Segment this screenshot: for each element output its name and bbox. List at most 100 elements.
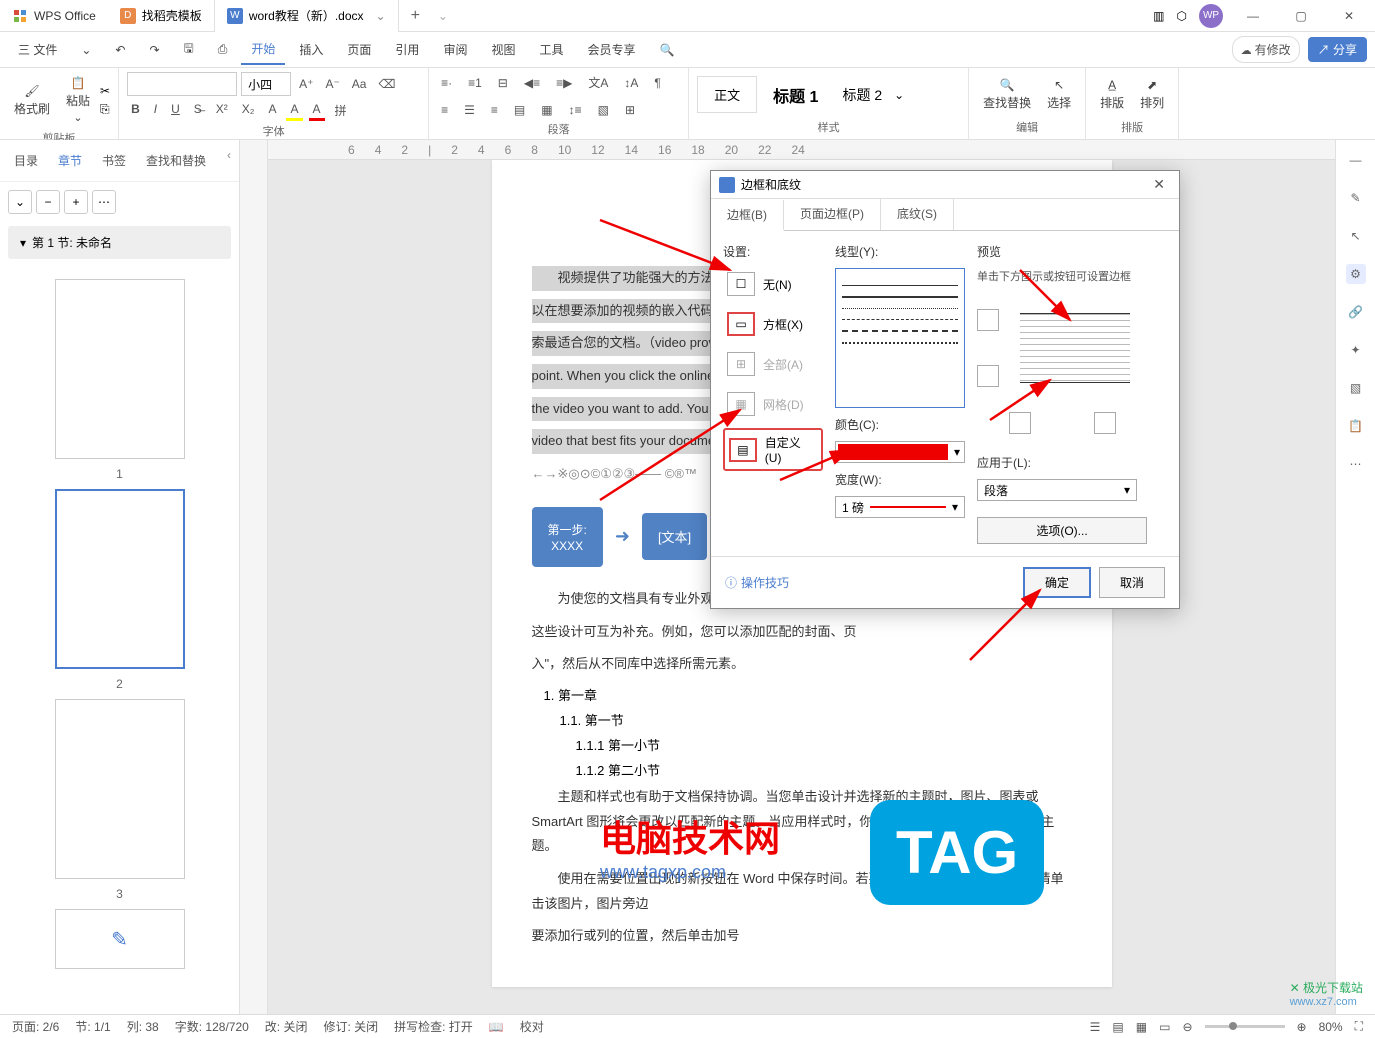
shading-icon[interactable]: ▧ bbox=[594, 101, 613, 119]
decrease-indent-icon[interactable]: ◀≡ bbox=[520, 74, 544, 92]
cut-icon[interactable]: ✂ bbox=[100, 84, 110, 98]
panel-icon[interactable]: ▥ bbox=[1153, 9, 1164, 23]
print-icon[interactable]: ⎙ bbox=[208, 36, 238, 63]
options-button[interactable]: 选项(O)... bbox=[977, 517, 1147, 544]
cancel-button[interactable]: 取消 bbox=[1099, 567, 1165, 598]
align-right-icon[interactable]: ≡ bbox=[487, 101, 502, 119]
minus-button[interactable]: − bbox=[36, 190, 60, 214]
preview-left-button[interactable] bbox=[1009, 412, 1031, 434]
preview-bottom-button[interactable] bbox=[977, 365, 999, 387]
sb-tab-toc[interactable]: 目录 bbox=[8, 148, 44, 173]
align-left-icon[interactable]: ≡ bbox=[437, 101, 452, 119]
save-icon[interactable]: 🖫 bbox=[174, 33, 204, 66]
changes-indicator[interactable]: ☁ 有修改 bbox=[1232, 36, 1300, 63]
copy-icon[interactable]: ⎘ bbox=[100, 102, 110, 117]
plus-button[interactable]: + bbox=[64, 190, 88, 214]
text-effects-button[interactable]: A bbox=[264, 100, 280, 121]
tab-menu-icon[interactable]: ⌄ bbox=[438, 9, 448, 23]
menu-start[interactable]: 开始 bbox=[241, 34, 285, 65]
superscript-button[interactable]: X² bbox=[212, 100, 232, 121]
font-family-select[interactable] bbox=[127, 72, 237, 96]
change-case-icon[interactable]: Aa bbox=[348, 75, 371, 93]
status-book-icon[interactable]: 📖 bbox=[489, 1020, 504, 1034]
layers-icon[interactable]: ▧ bbox=[1346, 378, 1366, 398]
distribute-icon[interactable]: ▦ bbox=[537, 101, 556, 119]
fullscreen-icon[interactable]: ⛶ bbox=[1355, 1019, 1363, 1034]
line-spacing-icon[interactable]: ↕≡ bbox=[565, 101, 586, 119]
setting-box[interactable]: ▭方框(X) bbox=[723, 308, 823, 340]
setting-none[interactable]: ☐无(N) bbox=[723, 268, 823, 300]
minimize-button[interactable]: — bbox=[1235, 2, 1271, 30]
status-track[interactable]: 修订: 关闭 bbox=[323, 1018, 378, 1035]
style-h2[interactable]: 标题 2 bbox=[834, 77, 890, 113]
highlight-button[interactable]: A bbox=[286, 100, 302, 121]
status-column[interactable]: 列: 38 bbox=[127, 1018, 159, 1035]
zoom-in-button[interactable]: ⊕ bbox=[1297, 1020, 1307, 1034]
zoom-out-button[interactable]: ⊖ bbox=[1182, 1020, 1192, 1034]
style-h1[interactable]: 标题 1 bbox=[761, 75, 830, 115]
page-thumb-4[interactable]: ✎ bbox=[55, 909, 185, 969]
dialog-titlebar[interactable]: 边框和底纹 ✕ bbox=[711, 171, 1179, 199]
menu-tools[interactable]: 工具 bbox=[529, 35, 573, 64]
strikethrough-button[interactable]: S̶ bbox=[190, 100, 206, 121]
sb-tab-find[interactable]: 查找和替换 bbox=[140, 148, 212, 173]
borders-icon[interactable]: ⊞ bbox=[621, 101, 639, 119]
link-icon[interactable]: 🔗 bbox=[1346, 302, 1366, 322]
clipboard-icon[interactable]: 📋 bbox=[1346, 416, 1366, 436]
status-section[interactable]: 节: 1/1 bbox=[75, 1018, 110, 1035]
tab-template[interactable]: D 找稻壳模板 bbox=[108, 0, 215, 32]
setting-custom[interactable]: ▤自定义(U) bbox=[723, 428, 823, 471]
status-spell[interactable]: 拼写检查: 打开 bbox=[394, 1018, 473, 1035]
justify-icon[interactable]: ▤ bbox=[510, 101, 529, 119]
tab-document[interactable]: W word教程（新）.docx ⌄ bbox=[215, 0, 399, 32]
more-icon[interactable]: ⋯ bbox=[1346, 454, 1366, 474]
color-dropdown[interactable]: ▾ bbox=[835, 441, 965, 463]
status-words[interactable]: 字数: 128/720 bbox=[175, 1018, 249, 1035]
status-revise[interactable]: 改: 关闭 bbox=[265, 1018, 308, 1035]
menu-page[interactable]: 页面 bbox=[337, 35, 381, 64]
status-page[interactable]: 页面: 2/6 bbox=[12, 1018, 59, 1035]
tab-shading[interactable]: 底纹(S) bbox=[881, 199, 954, 230]
decrease-font-icon[interactable]: A⁻ bbox=[321, 75, 343, 93]
tools-icon[interactable]: ✦ bbox=[1346, 340, 1366, 360]
clear-format-icon[interactable]: ⌫ bbox=[374, 75, 399, 93]
setting-all[interactable]: ⊞全部(A) bbox=[723, 348, 823, 380]
sidebar-collapse-icon[interactable]: ‹ bbox=[227, 148, 231, 173]
bold-button[interactable]: B bbox=[127, 100, 144, 121]
increase-indent-icon[interactable]: ≡▶ bbox=[552, 74, 576, 92]
subscript-button[interactable]: X₂ bbox=[238, 100, 259, 121]
number-list-icon[interactable]: ≡1 bbox=[464, 74, 486, 92]
view-icon-2[interactable]: ▤ bbox=[1112, 1020, 1123, 1034]
text-direction-icon[interactable]: 文A bbox=[584, 72, 612, 93]
multilevel-list-icon[interactable]: ⊟ bbox=[494, 74, 512, 92]
menu-member[interactable]: 会员专享 bbox=[577, 35, 645, 64]
tips-link[interactable]: ⓘ 操作技巧 bbox=[725, 574, 789, 591]
sb-tab-chapters[interactable]: 章节 bbox=[52, 148, 88, 173]
cube-icon[interactable]: ⬡ bbox=[1177, 9, 1187, 23]
menu-reference[interactable]: 引用 bbox=[385, 35, 429, 64]
font-size-select[interactable] bbox=[241, 72, 291, 96]
collapse-rail-icon[interactable]: — bbox=[1346, 150, 1366, 170]
collapse-all-button[interactable]: ⌄ bbox=[8, 190, 32, 214]
undo-icon[interactable]: ↶ bbox=[105, 37, 135, 63]
paste-button[interactable]: 📋粘贴⌄ bbox=[60, 72, 96, 128]
show-marks-icon[interactable]: ¶ bbox=[650, 74, 664, 92]
close-button[interactable]: ✕ bbox=[1331, 2, 1367, 30]
horizontal-ruler[interactable]: 642|24681012141618202224 bbox=[268, 140, 1335, 160]
sb-tab-bookmarks[interactable]: 书签 bbox=[96, 148, 132, 173]
increase-font-icon[interactable]: A⁺ bbox=[295, 75, 317, 93]
user-avatar[interactable]: WP bbox=[1199, 4, 1223, 28]
menu-view[interactable]: 视图 bbox=[481, 35, 525, 64]
italic-button[interactable]: I bbox=[150, 100, 161, 121]
preview-right-button[interactable] bbox=[1094, 412, 1116, 434]
share-button[interactable]: ↗ 分享 bbox=[1308, 37, 1367, 62]
page-thumb-3[interactable] bbox=[55, 699, 185, 879]
search-icon[interactable]: 🔍 bbox=[650, 37, 685, 63]
redo-icon[interactable]: ↷ bbox=[139, 37, 169, 63]
view-icon-3[interactable]: ▦ bbox=[1136, 1020, 1147, 1034]
preview-top-button[interactable] bbox=[977, 309, 999, 331]
wrap-button[interactable]: A̲排版 bbox=[1094, 74, 1130, 115]
more-button[interactable]: ⋯ bbox=[92, 190, 116, 214]
file-menu[interactable]: 三 文件 bbox=[8, 35, 67, 64]
tab-page-border[interactable]: 页面边框(P) bbox=[784, 199, 881, 230]
